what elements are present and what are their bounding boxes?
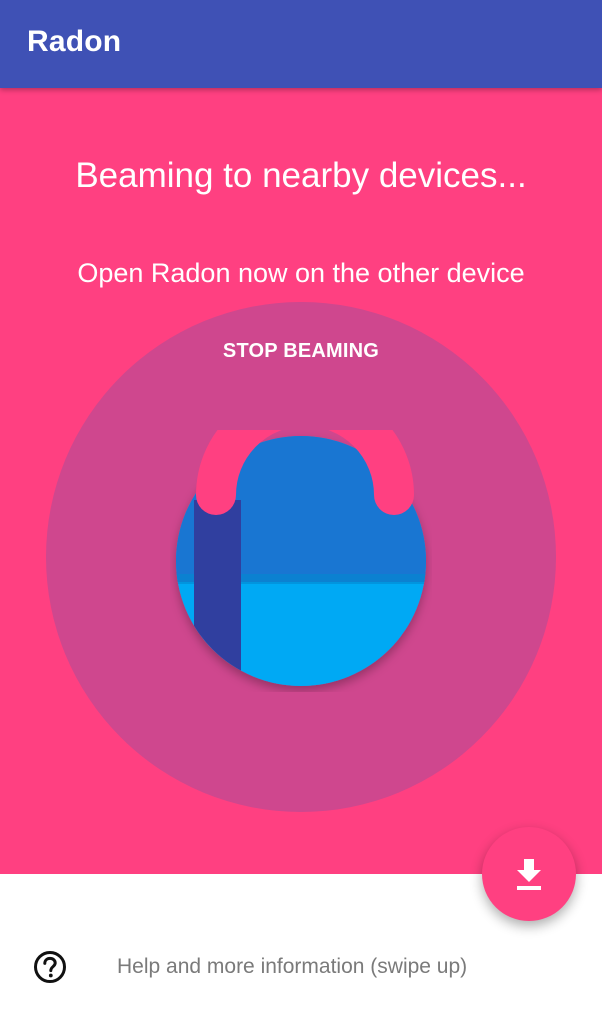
- download-button[interactable]: [482, 827, 576, 921]
- help-circle-icon: [34, 951, 66, 983]
- help-info-row[interactable]: Help and more information (swipe up): [0, 930, 602, 1004]
- radon-logo-icon: [176, 430, 426, 686]
- app-title: Radon: [27, 25, 122, 58]
- app-bar: Radon: [0, 0, 602, 88]
- beam-screen: Beaming to nearby devices... Open Radon …: [0, 88, 602, 874]
- download-icon: [517, 859, 541, 890]
- stop-beaming-button[interactable]: STOP BEAMING: [171, 330, 431, 372]
- beam-instruction-text: Open Radon now on the other device: [77, 258, 525, 288]
- beam-status-text: Beaming to nearby devices...: [75, 156, 527, 195]
- help-text: Help and more information (swipe up): [117, 955, 468, 978]
